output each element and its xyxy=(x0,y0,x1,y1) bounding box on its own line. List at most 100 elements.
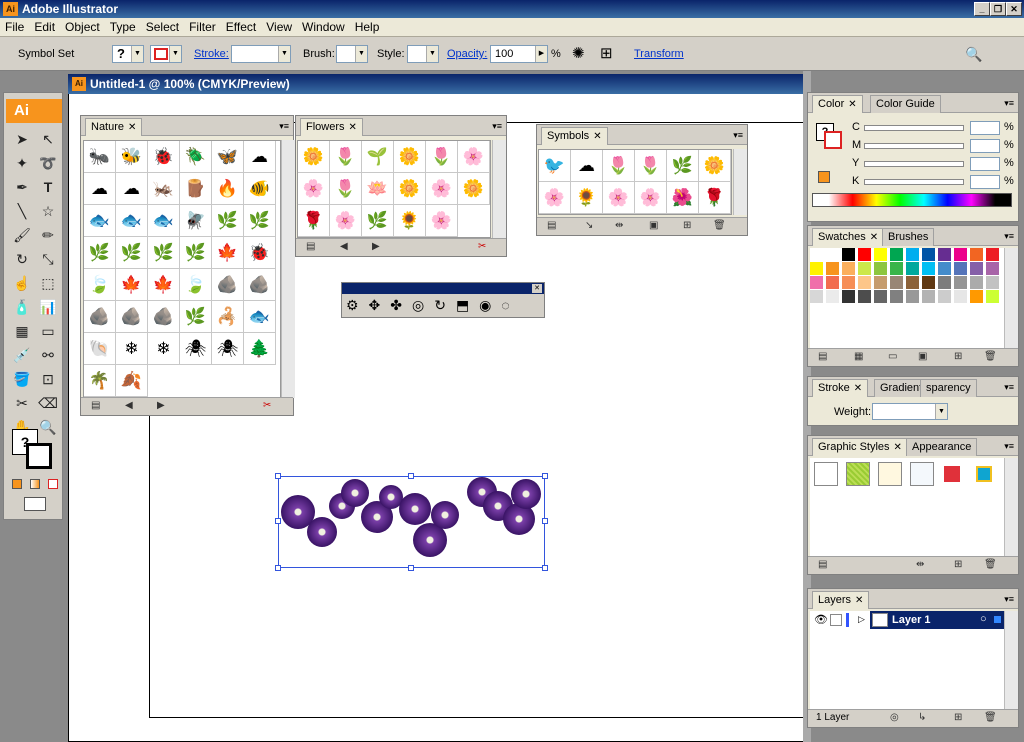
color-swatch[interactable] xyxy=(954,248,968,262)
color-swatch[interactable] xyxy=(810,262,824,276)
nature-symbol[interactable]: 🪲 xyxy=(180,141,212,173)
weight-input[interactable]: ▼ xyxy=(872,403,948,420)
eye-icon[interactable]: 👁 xyxy=(814,613,828,626)
color-stroke-box[interactable] xyxy=(824,131,842,149)
flowers-symbol[interactable]: 🌼 xyxy=(458,173,490,205)
nature-symbol[interactable]: 🍃 xyxy=(180,269,212,301)
nature-symbol[interactable]: 🔥 xyxy=(212,173,244,205)
new-swatch-icon[interactable]: ⊞ xyxy=(954,351,962,362)
symbols-symbol[interactable]: 🌹 xyxy=(699,182,731,214)
symbols-symbol[interactable]: 🌸 xyxy=(635,182,667,214)
break-link-icon[interactable]: ⇹ xyxy=(615,220,623,231)
flowers-symbol[interactable]: 🌸 xyxy=(458,141,490,173)
color-mode-button[interactable] xyxy=(12,479,22,489)
color-swatch[interactable] xyxy=(874,290,888,304)
nature-symbol[interactable]: 🪨 xyxy=(116,301,148,333)
free-transform-tool-icon[interactable]: ⬚ xyxy=(36,271,60,295)
color-swatch[interactable] xyxy=(986,290,1000,304)
black-value[interactable] xyxy=(970,175,1000,189)
color-swatch[interactable] xyxy=(842,276,856,290)
color-swatch[interactable] xyxy=(858,262,872,276)
symbols-symbol[interactable]: 🌼 xyxy=(699,150,731,182)
color-swatch[interactable] xyxy=(938,262,952,276)
nature-symbol[interactable]: 🍁 xyxy=(148,269,180,301)
nature-symbol[interactable]: 🦗 xyxy=(148,173,180,205)
delete-symbol-icon[interactable]: 🗑 xyxy=(713,220,726,231)
menu-object[interactable]: Object xyxy=(60,18,105,37)
color-swatch[interactable] xyxy=(986,276,1000,290)
menu-edit[interactable]: Edit xyxy=(29,18,60,37)
symbol-set-selection[interactable] xyxy=(278,476,545,568)
symbol-options-icon[interactable]: ▣ xyxy=(649,220,658,231)
delete-layer-icon[interactable]: 🗑 xyxy=(984,712,997,723)
nature-symbol[interactable]: 🌴 xyxy=(84,365,116,397)
symbols-symbol[interactable]: ☁ xyxy=(571,150,603,182)
cyan-value[interactable] xyxy=(970,121,1000,135)
panel-menu-icon[interactable]: ▾≡ xyxy=(1004,594,1014,605)
symbolism-tool-icons[interactable]: ⚙✥✤◎↻⬒◉◌ xyxy=(346,297,520,314)
color-swatch[interactable] xyxy=(890,248,904,262)
stroke-label-link[interactable]: Stroke: xyxy=(194,37,229,71)
mesh-tool-icon[interactable]: ▦ xyxy=(10,319,34,343)
nature-symbol[interactable]: 🍂 xyxy=(116,365,148,397)
symbols-symbol[interactable]: 🌷 xyxy=(635,150,667,182)
show-swatch-kinds-icon[interactable]: ▦ xyxy=(854,351,863,362)
eraser-tool-icon[interactable]: ⌫ xyxy=(36,391,60,415)
layers-scrollbar[interactable] xyxy=(1004,611,1018,709)
opacity-label-link[interactable]: Opacity: xyxy=(447,37,487,71)
flowers-symbol[interactable]: 🌷 xyxy=(330,141,362,173)
color-swatch[interactable] xyxy=(906,262,920,276)
expand-triangle-icon[interactable]: ▷ xyxy=(858,614,865,625)
next-library-icon[interactable]: ▶ xyxy=(372,241,380,252)
lock-toggle[interactable] xyxy=(830,614,842,626)
magenta-value[interactable] xyxy=(970,139,1000,153)
nature-symbol[interactable]: 🪨 xyxy=(84,301,116,333)
color-swatch[interactable] xyxy=(826,290,840,304)
nature-symbol[interactable]: 🪨 xyxy=(212,269,244,301)
nature-symbol[interactable]: 🐟 xyxy=(148,205,180,237)
color-swatch[interactable] xyxy=(938,248,952,262)
stroke-swatch-dropdown[interactable]: ▼ xyxy=(150,45,182,63)
new-color-group-icon[interactable]: ▣ xyxy=(918,351,927,362)
symbols-symbol[interactable]: 🌻 xyxy=(571,182,603,214)
pencil-tool-icon[interactable]: ✏ xyxy=(36,223,60,247)
nature-symbol[interactable]: ❄ xyxy=(116,333,148,365)
menu-effect[interactable]: Effect xyxy=(221,18,261,37)
gradient-tool-icon[interactable]: ▭ xyxy=(36,319,60,343)
nature-symbol[interactable]: 🐟 xyxy=(244,301,276,333)
style-red[interactable] xyxy=(944,466,960,482)
menu-help[interactable]: Help xyxy=(350,18,385,37)
yellow-value[interactable] xyxy=(970,157,1000,171)
star-tool-icon[interactable]: ☆ xyxy=(36,199,60,223)
color-swatch[interactable] xyxy=(842,262,856,276)
symbols-symbol[interactable]: 🌸 xyxy=(603,182,635,214)
new-style-icon[interactable]: ⊞ xyxy=(954,559,962,570)
eyedropper-tool-icon[interactable]: 💉 xyxy=(10,343,34,367)
bridge-icon[interactable]: 🔍 xyxy=(965,37,982,71)
flowers-symbol[interactable]: 🌹 xyxy=(298,205,330,237)
symbols-symbol[interactable]: 🌷 xyxy=(603,150,635,182)
recolor-icon[interactable]: ✺ xyxy=(572,37,585,71)
new-sublayer-icon[interactable]: ↳ xyxy=(918,712,926,723)
style-libraries-icon[interactable]: ▤ xyxy=(818,559,827,570)
paintbrush-tool-icon[interactable]: 🖌 xyxy=(10,223,34,247)
nature-symbol[interactable]: 🐜 xyxy=(84,141,116,173)
nature-symbol[interactable]: 🪨 xyxy=(244,269,276,301)
nature-symbol[interactable]: 🌿 xyxy=(180,237,212,269)
crop-tool-icon[interactable]: ⊡ xyxy=(36,367,60,391)
nature-symbol[interactable]: 🐞 xyxy=(148,141,180,173)
prev-library-icon[interactable]: ◀ xyxy=(340,241,348,252)
panel-menu-icon[interactable]: ▾≡ xyxy=(733,130,743,141)
direct-selection-tool-icon[interactable]: ↖ xyxy=(36,127,60,151)
opacity-input[interactable]: 100 ▶ xyxy=(490,45,548,63)
color-swatch[interactable] xyxy=(874,248,888,262)
style-green-texture[interactable] xyxy=(846,462,870,486)
magic-wand-tool-icon[interactable]: ✦ xyxy=(10,151,34,175)
nature-symbol[interactable]: 🕷 xyxy=(180,333,212,365)
flowers-symbol[interactable]: 🌸 xyxy=(298,173,330,205)
color-swatch[interactable] xyxy=(986,248,1000,262)
live-paint-tool-icon[interactable]: 🪣 xyxy=(10,367,34,391)
nature-symbol[interactable]: 🐝 xyxy=(116,141,148,173)
color-swatch[interactable] xyxy=(970,248,984,262)
nature-symbol[interactable]: 🌿 xyxy=(244,205,276,237)
